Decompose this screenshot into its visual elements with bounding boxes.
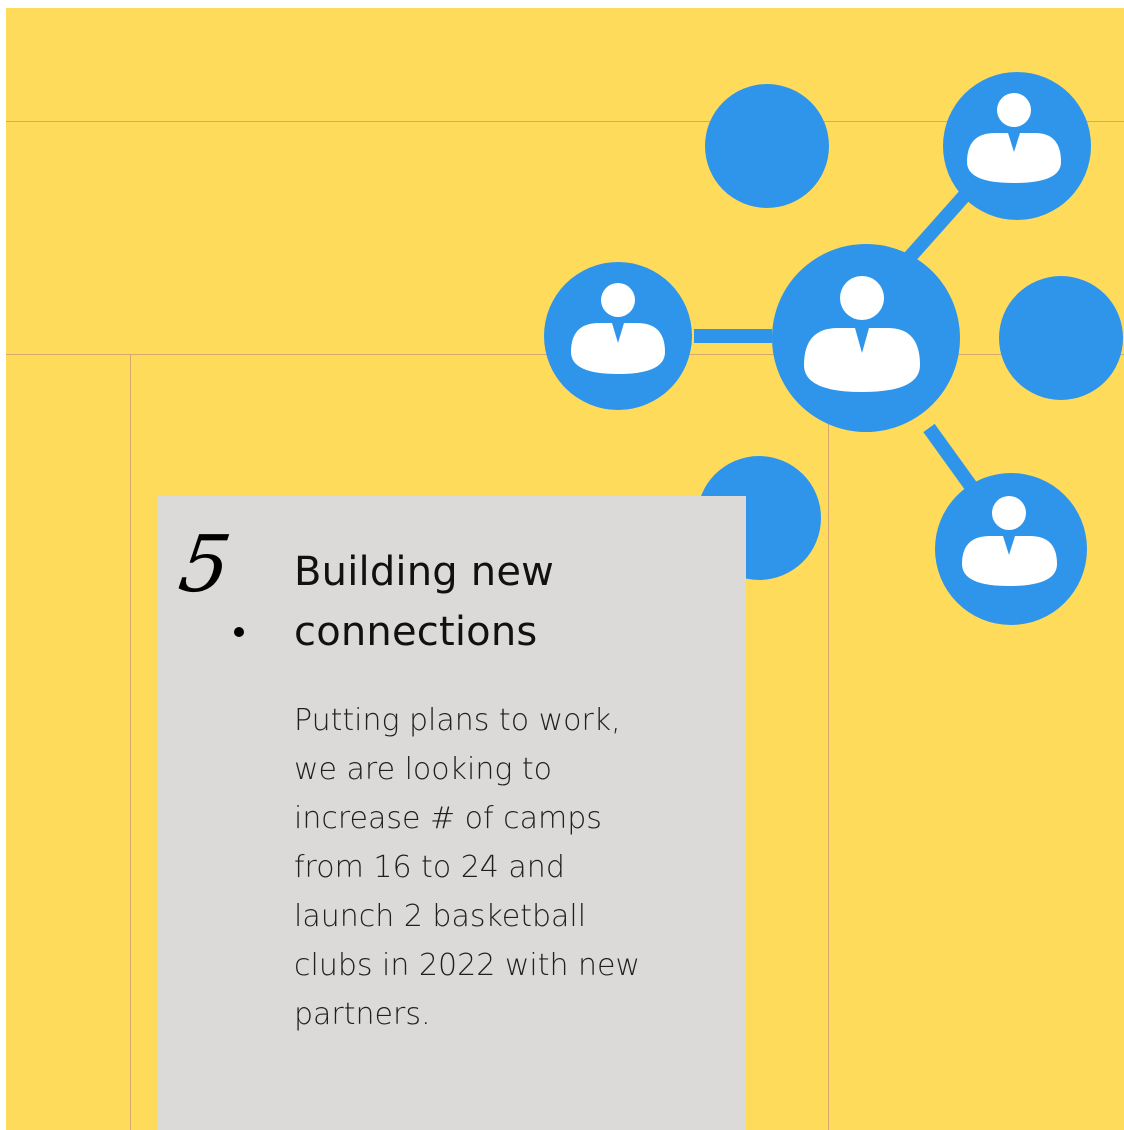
left-node <box>544 262 692 410</box>
bottom-right-node <box>935 473 1087 625</box>
connector-top-right <box>903 189 972 263</box>
card-title: Building new connections <box>294 549 555 655</box>
center-node <box>772 244 960 432</box>
top-left-node <box>705 84 829 208</box>
step-number: 5 <box>173 520 236 610</box>
info-card: 5 Building new connections Putting plans… <box>158 496 746 1130</box>
step-number-dot <box>234 627 244 637</box>
slide-canvas: 5 Building new connections Putting plans… <box>6 8 1124 1130</box>
right-node <box>999 276 1123 400</box>
card-body-text: Putting plans to work, we are looking to… <box>294 703 641 1032</box>
top-right-node <box>943 72 1091 220</box>
